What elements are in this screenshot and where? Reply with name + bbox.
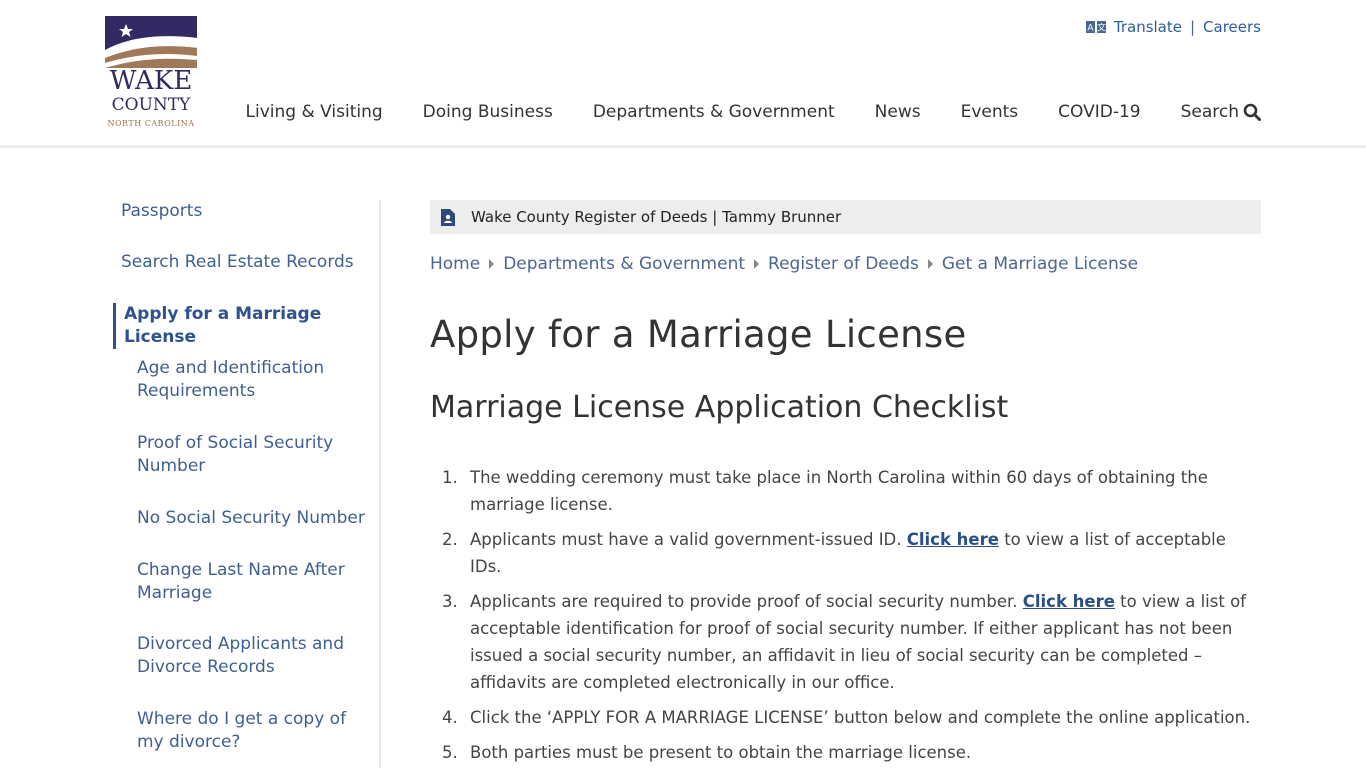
- acceptable-ids-link[interactable]: Click here: [907, 530, 999, 549]
- caret-right-icon: [927, 259, 933, 269]
- list-item: 3. Applicants are required to provide pr…: [430, 588, 1261, 696]
- svg-text:A: A: [1087, 24, 1094, 34]
- translate-link[interactable]: Translate: [1114, 18, 1182, 36]
- caret-right-icon: [489, 259, 495, 269]
- section-title: Marriage License Application Checklist: [430, 390, 1009, 425]
- breadcrumb-departments[interactable]: Departments & Government: [503, 254, 745, 274]
- caret-right-icon: [754, 259, 760, 269]
- list-number: 5.: [442, 743, 458, 762]
- breadcrumb-register-of-deeds[interactable]: Register of Deeds: [768, 254, 919, 274]
- list-item: 1. The wedding ceremony must take place …: [430, 464, 1261, 518]
- sidebar-subitem-divorce-copy[interactable]: Where do I get a copy of my divorce?: [137, 708, 372, 754]
- checklist: 1. The wedding ceremony must take place …: [430, 464, 1261, 774]
- sidebar-subitem-proof-ssn[interactable]: Proof of Social Security Number: [137, 432, 372, 478]
- list-number: 1.: [442, 468, 458, 487]
- sidebar-subitem-change-last-name[interactable]: Change Last Name After Marriage: [137, 559, 372, 605]
- list-item: 2. Applicants must have a valid governme…: [430, 526, 1261, 580]
- wake-county-logo[interactable]: WAKE COUNTY NORTH CAROLINA: [105, 16, 197, 132]
- ssn-proof-link[interactable]: Click here: [1023, 592, 1115, 611]
- list-item-text: Click the ‘APPLY FOR A MARRIAGE LICENSE’…: [470, 708, 1251, 727]
- site-header: WAKE COUNTY NORTH CAROLINA A 文 Translate…: [0, 0, 1366, 148]
- list-item-text: Both parties must be present to obtain t…: [470, 743, 972, 762]
- list-item-text: The wedding ceremony must take place in …: [470, 468, 1208, 514]
- breadcrumb: Home Departments & Government Register o…: [430, 252, 1138, 276]
- nav-search-label: Search: [1180, 102, 1239, 122]
- breadcrumb-current[interactable]: Get a Marriage License: [942, 254, 1138, 274]
- breadcrumb-home[interactable]: Home: [430, 254, 480, 274]
- list-number: 4.: [442, 708, 458, 727]
- nav-living-visiting[interactable]: Living & Visiting: [246, 102, 383, 122]
- list-item-text: Applicants must have a valid government-…: [470, 530, 907, 549]
- document-user-icon: [441, 208, 455, 226]
- nav-events[interactable]: Events: [961, 102, 1019, 122]
- svg-text:文: 文: [1097, 22, 1106, 34]
- banner-text: Wake County Register of Deeds | Tammy Br…: [471, 208, 842, 226]
- page-title: Apply for a Marriage License: [430, 313, 967, 356]
- translate-icon: A 文: [1085, 21, 1106, 34]
- utility-nav: A 文 Translate | Careers: [1085, 16, 1261, 38]
- sidebar-item-apply-marriage-license[interactable]: Apply for a Marriage License: [113, 303, 324, 349]
- logo-nc-text: NORTH CAROLINA: [107, 119, 195, 128]
- nav-departments-government[interactable]: Departments & Government: [593, 102, 835, 122]
- nav-search-button[interactable]: Search: [1181, 102, 1261, 122]
- logo-wake-text: WAKE: [109, 66, 193, 96]
- search-icon: [1243, 103, 1261, 121]
- department-banner[interactable]: Wake County Register of Deeds | Tammy Br…: [430, 200, 1261, 234]
- list-number: 3.: [442, 592, 458, 611]
- main-nav: Living & Visiting Doing Business Departm…: [206, 100, 1261, 124]
- nav-covid-19[interactable]: COVID-19: [1058, 102, 1140, 122]
- sidebar-subitem-age-id[interactable]: Age and Identification Requirements: [137, 357, 372, 403]
- list-number: 2.: [442, 530, 458, 549]
- sidebar-item-passports[interactable]: Passports: [121, 200, 202, 223]
- sidebar-subitem-divorced-applicants[interactable]: Divorced Applicants and Divorce Records: [137, 633, 372, 679]
- sidebar-item-search-records[interactable]: Search Real Estate Records: [121, 251, 354, 274]
- list-item: 5. Both parties must be present to obtai…: [430, 739, 1261, 766]
- utility-separator: |: [1189, 18, 1196, 36]
- sidebar-subitem-no-ssn[interactable]: No Social Security Number: [137, 507, 372, 530]
- logo-emblem-icon: [105, 16, 197, 68]
- nav-doing-business[interactable]: Doing Business: [423, 102, 553, 122]
- list-item-text: Applicants are required to provide proof…: [470, 592, 1023, 611]
- logo-county-text: COUNTY: [111, 95, 191, 115]
- list-item: 4. Click the ‘APPLY FOR A MARRIAGE LICEN…: [430, 704, 1261, 731]
- careers-link[interactable]: Careers: [1203, 18, 1261, 36]
- nav-news[interactable]: News: [875, 102, 921, 122]
- sidebar-nav: Passports Search Real Estate Records App…: [105, 200, 381, 768]
